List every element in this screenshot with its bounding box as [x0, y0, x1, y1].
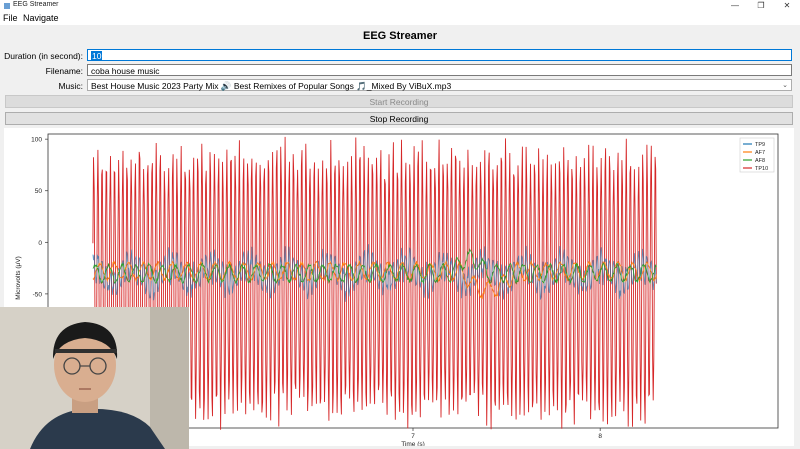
duration-input[interactable]: 10	[87, 49, 792, 61]
music-select[interactable]: Best House Music 2023 Party Mix 🔊 Best R…	[87, 79, 792, 91]
x-tick-label: 8	[598, 433, 602, 440]
filename-label: Filename:	[45, 66, 83, 76]
music-value: Best House Music 2023 Party Mix 🔊 Best R…	[91, 81, 452, 91]
legend-label: AF7	[755, 150, 765, 156]
chevron-down-icon: ⌄	[782, 82, 788, 89]
filename-input[interactable]: coba house music	[87, 64, 792, 76]
app-icon	[4, 3, 10, 9]
y-axis-label: Microvolts (μV)	[15, 256, 22, 299]
stop-recording-button[interactable]: Stop Recording	[5, 112, 793, 125]
music-label: Music:	[58, 81, 83, 91]
duration-value: 10	[91, 51, 103, 61]
x-tick-label: 7	[411, 433, 415, 440]
person-webcam-image	[0, 307, 189, 449]
app-title: EEG Streamer	[363, 30, 437, 42]
window-titlebar: EEG Streamer — ❐ ✕	[0, 0, 800, 12]
y-tick-label: 100	[31, 137, 42, 144]
y-tick-label: -50	[33, 291, 43, 298]
maximize-button[interactable]: ❐	[748, 0, 774, 12]
x-axis-label: Time (s)	[401, 441, 425, 446]
window-title: EEG Streamer	[13, 1, 59, 8]
filename-value: coba house music	[91, 66, 160, 76]
legend-label: AF8	[755, 158, 765, 164]
legend-label: TP9	[755, 142, 765, 148]
legend-label: TP10	[755, 166, 768, 172]
menu-file[interactable]: File	[3, 13, 18, 23]
menu-bar: File Navigate	[0, 12, 800, 25]
minimize-button[interactable]: —	[722, 0, 748, 12]
y-tick-label: 50	[35, 188, 43, 195]
y-tick-label: 0	[38, 240, 42, 247]
webcam-overlay	[0, 307, 189, 449]
start-recording-button[interactable]: Start Recording	[5, 95, 793, 108]
duration-label: Duration (in second):	[4, 51, 83, 61]
close-button[interactable]: ✕	[774, 0, 800, 12]
menu-navigate[interactable]: Navigate	[23, 13, 59, 23]
